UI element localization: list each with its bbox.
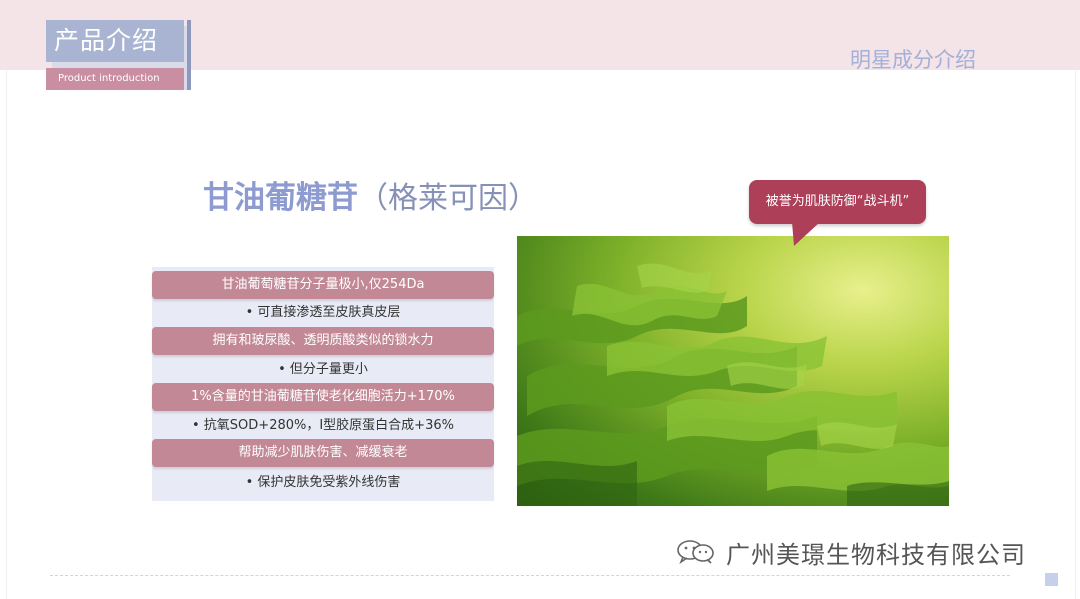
benefit-pill: 拥有和玻尿酸、透明质酸类似的锁水力 [152, 327, 494, 355]
plant-photo [517, 236, 949, 506]
ingredient-name: 甘油葡糖苷 [203, 180, 358, 216]
section-title: 明星成分介绍 [850, 48, 976, 72]
badge-bar [187, 20, 191, 90]
benefit-point: • 可直接渗透至皮肤真皮层 [245, 305, 401, 320]
footer-divider [50, 575, 1010, 576]
benefit-list: 甘油葡萄糖苷分子量极小,仅254Da • 可直接渗透至皮肤真皮层 拥有和玻尿酸、… [152, 267, 494, 501]
wechat-icon [677, 540, 714, 564]
badge-subtitle: Product introduction [46, 68, 184, 90]
benefit-pill: 1%含量的甘油葡糖苷使老化细胞活力+170% [152, 383, 494, 411]
benefit-pill: 帮助减少肌肤伤害、减缓衰老 [152, 439, 494, 467]
ingredient-headline: 甘油葡糖苷（格莱可因） [203, 172, 538, 217]
callout-bubble: 被誉为肌肤防御“战斗机” [749, 180, 926, 224]
benefit-point: • 保护皮肤免受紫外线伤害 [245, 475, 401, 490]
corner-accent [1045, 573, 1058, 586]
badge-title: 产品介绍 [46, 20, 184, 62]
section-badge: 产品介绍 Product introduction [46, 20, 192, 92]
ingredient-alias: （格莱可因） [358, 181, 538, 216]
benefit-point: • 但分子量更小 [278, 362, 368, 377]
foliage-illustration [517, 263, 949, 506]
company-name: 广州美璟生物科技有限公司 [726, 541, 1026, 569]
benefit-point: • 抗氧SOD+280%，Ⅰ型胶原蛋白合成+36% [192, 418, 454, 433]
callout-tail [792, 222, 820, 246]
benefit-pill: 甘油葡萄糖苷分子量极小,仅254Da [152, 271, 494, 299]
